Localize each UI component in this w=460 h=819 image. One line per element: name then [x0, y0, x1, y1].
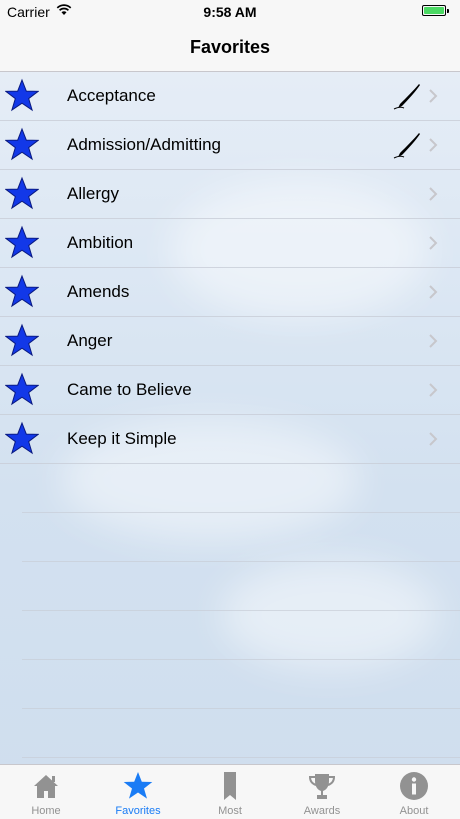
battery-tip [447, 9, 449, 13]
tab-favorites[interactable]: Favorites [92, 765, 184, 819]
clock: 9:58 AM [203, 4, 257, 20]
favorites-list: Acceptance Admission/Admitting Allergy Ambi… [0, 72, 460, 758]
list-item-label: Keep it Simple [67, 429, 177, 448]
info-icon [400, 772, 428, 800]
tab-label: Awards [303, 805, 341, 817]
chevron-right-icon [429, 432, 438, 446]
battery-icon [422, 5, 446, 16]
tab-most[interactable]: Most [184, 765, 276, 819]
list-item-label: Ambition [67, 233, 134, 252]
star-icon [5, 225, 39, 259]
bookmark-icon [224, 772, 236, 800]
chevron-right-icon [429, 285, 438, 299]
chevron-right-icon [429, 383, 438, 397]
list-item[interactable]: Anger [0, 317, 460, 366]
list-item[interactable]: Keep it Simple [0, 415, 460, 464]
empty-row-separator [22, 562, 460, 611]
star-icon [5, 127, 39, 161]
tab-label: Home [31, 805, 61, 817]
list-item-label: Allergy [67, 184, 119, 203]
empty-row-separator [22, 464, 460, 513]
navigation-bar: Favorites [0, 24, 460, 72]
trophy-icon [308, 774, 336, 799]
tab-label: About [399, 805, 429, 817]
empty-row-separator [22, 709, 460, 758]
list-item[interactable]: Allergy [0, 170, 460, 219]
list-item[interactable]: Came to Believe [0, 366, 460, 415]
star-icon [5, 274, 39, 308]
star-icon [5, 323, 39, 357]
chevron-right-icon [429, 334, 438, 348]
star-icon [5, 372, 39, 406]
chevron-right-icon [429, 89, 438, 103]
list-item-label: Acceptance [67, 86, 156, 105]
tab-label: Most [218, 805, 242, 817]
list-item-label: Anger [67, 331, 113, 350]
star-icon [5, 421, 39, 455]
list-item[interactable]: Acceptance [0, 72, 460, 121]
tab-bar: Home Favorites Most Awards About [0, 764, 460, 819]
empty-row-separator [22, 513, 460, 562]
tab-home[interactable]: Home [0, 765, 92, 819]
home-icon [34, 775, 58, 798]
status-bar: Carrier 9:58 AM [0, 0, 460, 24]
tab-label: Favorites [115, 805, 161, 817]
list-item-label: Amends [67, 282, 130, 301]
list-item[interactable]: Amends [0, 268, 460, 317]
star-icon [123, 772, 153, 799]
list-item-label: Came to Believe [67, 380, 192, 399]
chevron-right-icon [429, 236, 438, 250]
pen-icon [393, 84, 420, 110]
list-item[interactable]: Ambition [0, 219, 460, 268]
tab-awards[interactable]: Awards [276, 765, 368, 819]
empty-row-separator [22, 660, 460, 709]
star-icon [5, 176, 39, 210]
star-icon [5, 78, 39, 112]
page-title: Favorites [189, 37, 271, 57]
empty-row-separator [22, 611, 460, 660]
tab-about[interactable]: About [368, 765, 460, 819]
chevron-right-icon [429, 138, 438, 152]
chevron-right-icon [429, 187, 438, 201]
list-item[interactable]: Admission/Admitting [0, 121, 460, 170]
pen-icon [393, 133, 420, 159]
list-item-label: Admission/Admitting [67, 135, 222, 154]
